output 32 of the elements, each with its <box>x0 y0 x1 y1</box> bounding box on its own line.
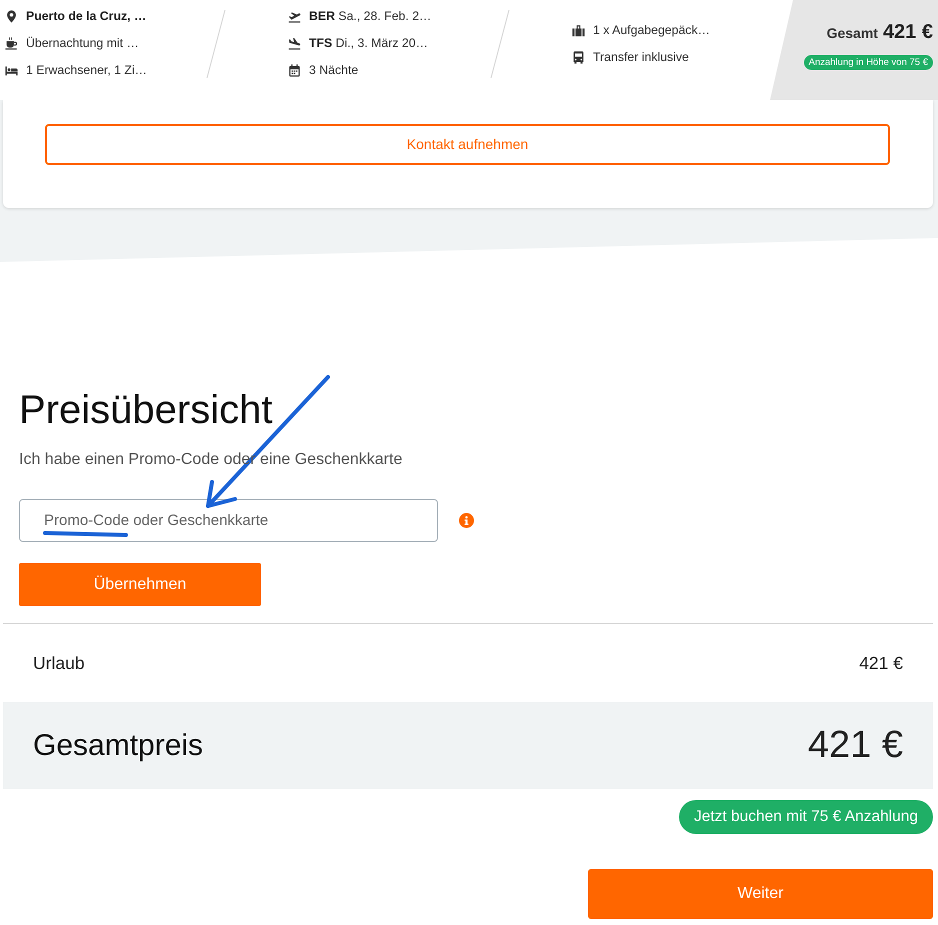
next-button[interactable]: Weiter <box>588 869 933 919</box>
deposit-badge: Anzahlung in Höhe von 75 € <box>804 55 933 70</box>
deposit-button[interactable]: Jetzt buchen mit 75 € Anzahlung <box>678 800 933 834</box>
cup-icon <box>5 37 18 50</box>
total-label: Gesamt <box>826 24 878 43</box>
pin-icon <box>5 10 18 23</box>
trip-detail-text: Puerto de la Cruz, … <box>26 8 146 26</box>
apply-button[interactable]: Übernehmen <box>19 563 261 606</box>
info-icon <box>459 513 474 528</box>
promo-code-field[interactable]: Promo-Code oder Geschenkkarte <box>19 499 438 542</box>
bed-icon <box>5 64 18 77</box>
bus-icon <box>572 51 585 64</box>
trip-detail-text: 1 Erwachsener, 1 Zi… <box>26 62 147 80</box>
trip-detail-text: 1 x Aufgabegepäck… <box>593 22 710 40</box>
slanted-divider <box>489 10 511 78</box>
suitcase-icon <box>572 24 585 37</box>
trip-detail-text: Übernachtung mit … <box>26 35 139 52</box>
contact-button[interactable]: Kontakt aufnehmen <box>45 124 890 165</box>
slanted-divider <box>205 10 227 78</box>
calendar-icon <box>288 64 301 77</box>
section-title: Preisübersicht <box>19 387 274 434</box>
trip-detail-text: TFS Di., 3. März 20… <box>309 35 428 52</box>
total-price-label: Gesamtpreis <box>33 728 204 764</box>
trip-detail-text: 3 Nächte <box>309 62 358 80</box>
trip-detail-text: BER Sa., 28. Feb. 2… <box>309 8 432 26</box>
total-amount: 421 € <box>882 20 933 45</box>
plane-takeoff-icon <box>288 10 301 23</box>
price-line-label: Urlaub <box>33 652 85 675</box>
trip-detail-text: Transfer inklusive <box>593 49 689 66</box>
price-line-amount: 421 € <box>859 652 903 675</box>
plane-landing-icon <box>288 37 301 50</box>
total-price-amount: 421 € <box>808 723 903 768</box>
